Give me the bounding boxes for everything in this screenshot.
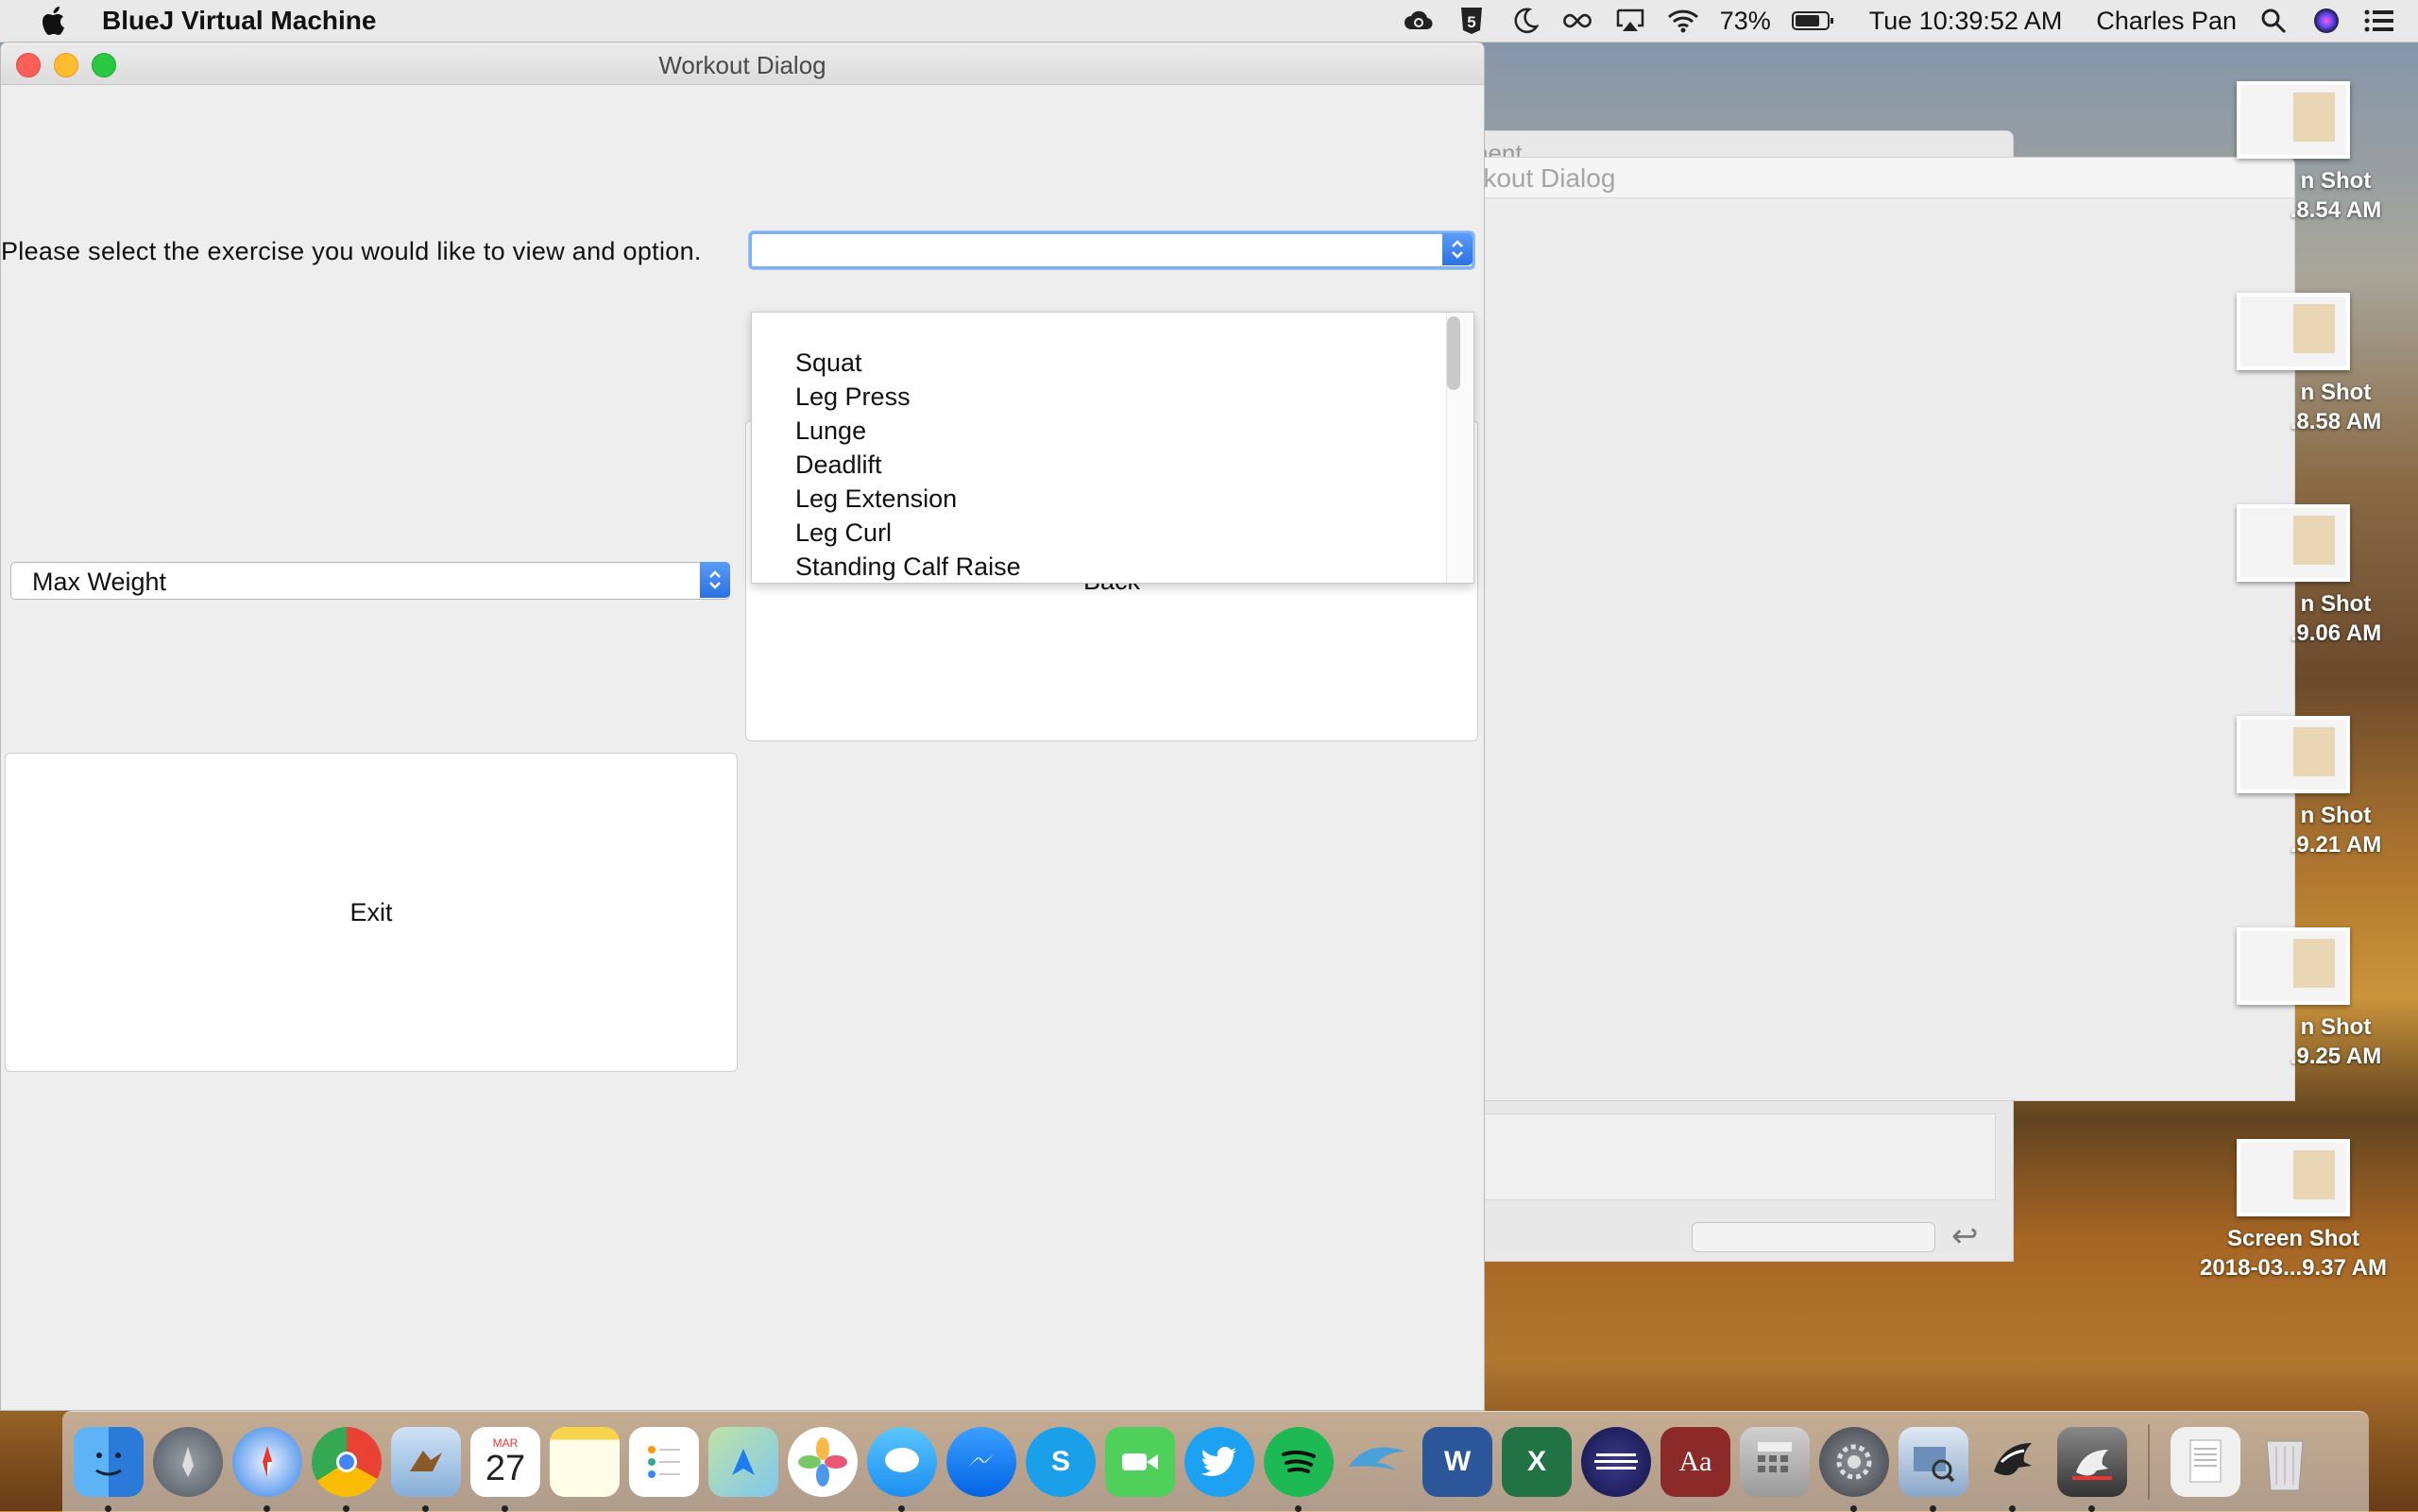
updown-arrows-icon[interactable] bbox=[700, 562, 730, 598]
notes-icon[interactable] bbox=[550, 1427, 620, 1497]
battery-icon[interactable] bbox=[1791, 5, 1835, 37]
exercise-option[interactable]: Standing Calf Raise bbox=[795, 552, 1021, 582]
skype-icon[interactable]: S bbox=[1026, 1427, 1096, 1497]
desktop-file-label: n Shot bbox=[2300, 803, 2372, 828]
mail-icon[interactable] bbox=[391, 1427, 461, 1512]
desktop-file-label: .8.54 AM bbox=[2290, 197, 2382, 223]
menu-bar: BlueJ Virtual Machine 5 73% Tue 10:39:52… bbox=[0, 0, 2418, 42]
exercise-option[interactable]: Leg Extension bbox=[795, 484, 957, 514]
desktop-file-label: n Shot bbox=[2300, 380, 2372, 405]
photos-icon[interactable] bbox=[788, 1427, 858, 1497]
window-title: Workout Dialog bbox=[658, 51, 826, 79]
launchpad-icon[interactable] bbox=[153, 1427, 223, 1497]
wifi-icon[interactable] bbox=[1667, 5, 1699, 37]
title-bar[interactable]: Workout Dialog bbox=[1, 42, 1484, 85]
maps-icon[interactable] bbox=[708, 1427, 778, 1497]
airplay-icon[interactable] bbox=[1614, 5, 1646, 37]
desktop-file-label: Screen Shot bbox=[2226, 1226, 2360, 1251]
facetime-icon[interactable] bbox=[1105, 1427, 1175, 1497]
background-input-field[interactable] bbox=[1692, 1222, 1935, 1252]
apple-menu-icon[interactable] bbox=[38, 4, 72, 38]
eclipse-icon[interactable] bbox=[1581, 1427, 1651, 1497]
calculator-icon[interactable] bbox=[1740, 1427, 1810, 1497]
desktop-file-screenshot[interactable]: n Shot .8.58 AM bbox=[2189, 293, 2397, 436]
exercise-option[interactable]: Squat bbox=[795, 348, 862, 378]
desktop-file-screenshot[interactable]: n Shot .9.25 AM bbox=[2189, 927, 2397, 1071]
exercise-prompt-label: Please select the exercise you would lik… bbox=[1, 237, 702, 265]
trash-icon[interactable] bbox=[2250, 1427, 2320, 1497]
app-name[interactable]: BlueJ Virtual Machine bbox=[102, 6, 376, 36]
desktop-file-label: .9.25 AM bbox=[2290, 1044, 2382, 1069]
screenshot-thumbnail bbox=[2237, 1139, 2350, 1216]
dock-separator bbox=[2148, 1424, 2150, 1500]
bluej-icon[interactable] bbox=[1978, 1427, 2048, 1512]
messenger-icon[interactable] bbox=[946, 1427, 1016, 1497]
desktop-file-screenshot[interactable]: Screen Shot 2018-03...9.37 AM bbox=[2189, 1139, 2397, 1283]
return-icon: ↩ bbox=[1951, 1218, 1979, 1254]
menubar-clock[interactable]: Tue 10:39:52 AM bbox=[1869, 7, 2063, 36]
desktop-file-screenshot[interactable]: n Shot .8.54 AM bbox=[2189, 81, 2397, 225]
dropdown-scrollbar[interactable] bbox=[1447, 316, 1460, 390]
chrome-icon[interactable] bbox=[312, 1427, 382, 1512]
calendar-day: 27 bbox=[485, 1449, 526, 1488]
document-stack-icon[interactable] bbox=[2171, 1427, 2240, 1497]
messages-icon[interactable] bbox=[867, 1427, 937, 1512]
notification-center-icon[interactable] bbox=[2363, 5, 2395, 37]
backup-icon[interactable] bbox=[1403, 5, 1435, 37]
calendar-month: MAR bbox=[492, 1436, 519, 1450]
desktop-file-label: n Shot bbox=[2300, 168, 2372, 194]
svg-text:5: 5 bbox=[1467, 13, 1475, 31]
battery-percent[interactable]: 73% bbox=[1720, 7, 1771, 36]
twitter-icon[interactable] bbox=[1184, 1427, 1254, 1497]
calendar-icon[interactable]: MAR 27 bbox=[470, 1427, 540, 1512]
exercise-dropdown-list[interactable]: Squat Leg Press Lunge Deadlift Leg Exten… bbox=[751, 312, 1474, 584]
background-dialog-title: rkout Dialog bbox=[1474, 163, 1616, 193]
bluej-alt-icon[interactable] bbox=[2057, 1427, 2127, 1512]
exercise-option[interactable]: Leg Press bbox=[795, 382, 911, 412]
option-select-value: Max Weight bbox=[32, 568, 167, 596]
system-preferences-icon[interactable] bbox=[1819, 1427, 1889, 1512]
screenshot-thumbnail bbox=[2237, 293, 2350, 370]
exercise-select[interactable] bbox=[749, 231, 1474, 269]
dolphin-icon[interactable] bbox=[1343, 1427, 1413, 1497]
exit-button[interactable]: Exit bbox=[5, 753, 738, 1072]
menubar-user[interactable]: Charles Pan bbox=[2096, 7, 2237, 36]
desktop-file-label: .8.58 AM bbox=[2290, 409, 2382, 434]
infinity-icon[interactable] bbox=[1561, 5, 1593, 37]
spotify-icon[interactable] bbox=[1264, 1427, 1334, 1512]
desktop-file-screenshot[interactable]: n Shot .9.21 AM bbox=[2189, 716, 2397, 859]
siri-icon[interactable] bbox=[2310, 5, 2342, 37]
spotlight-search-icon[interactable] bbox=[2257, 5, 2290, 37]
workout-dialog-window[interactable]: Workout Dialog Please select the exercis… bbox=[0, 42, 1485, 1411]
desktop-file-screenshot[interactable]: n Shot .9.06 AM bbox=[2189, 504, 2397, 648]
screenshot-thumbnail bbox=[2237, 504, 2350, 582]
finder-icon[interactable] bbox=[74, 1427, 144, 1512]
updown-arrows-icon[interactable] bbox=[1442, 233, 1473, 265]
screenshot-thumbnail bbox=[2237, 81, 2350, 159]
desktop-file-label: .9.21 AM bbox=[2290, 832, 2382, 858]
background-workout-dialog[interactable]: rkout Dialog bbox=[1417, 157, 2295, 1101]
reminders-icon[interactable] bbox=[629, 1427, 699, 1497]
desktop-file-label: 2018-03...9.37 AM bbox=[2200, 1255, 2387, 1281]
desktop-file-label: n Shot bbox=[2300, 1014, 2372, 1040]
exercise-option[interactable]: Lunge bbox=[795, 416, 866, 446]
desktop-file-label: .9.06 AM bbox=[2290, 620, 2382, 646]
screenshot-thumbnail bbox=[2237, 716, 2350, 793]
excel-icon[interactable]: X bbox=[1502, 1427, 1572, 1497]
option-select[interactable]: Max Weight bbox=[10, 562, 730, 600]
dock: MAR 27 S W X Aa bbox=[62, 1411, 2369, 1512]
background-text-area bbox=[1437, 1113, 1996, 1200]
desktop-file-label: n Shot bbox=[2300, 591, 2372, 617]
moon-icon[interactable] bbox=[1508, 5, 1541, 37]
word-icon[interactable]: W bbox=[1422, 1427, 1492, 1497]
exercise-option[interactable]: Leg Curl bbox=[795, 518, 892, 548]
exercise-option[interactable]: Deadlift bbox=[795, 450, 882, 480]
safari-icon[interactable] bbox=[232, 1427, 302, 1512]
screenshot-thumbnail bbox=[2237, 927, 2350, 1005]
dictionary-icon[interactable]: Aa bbox=[1660, 1427, 1730, 1497]
html5-icon[interactable]: 5 bbox=[1456, 5, 1488, 37]
preview-icon[interactable] bbox=[1899, 1427, 1968, 1512]
